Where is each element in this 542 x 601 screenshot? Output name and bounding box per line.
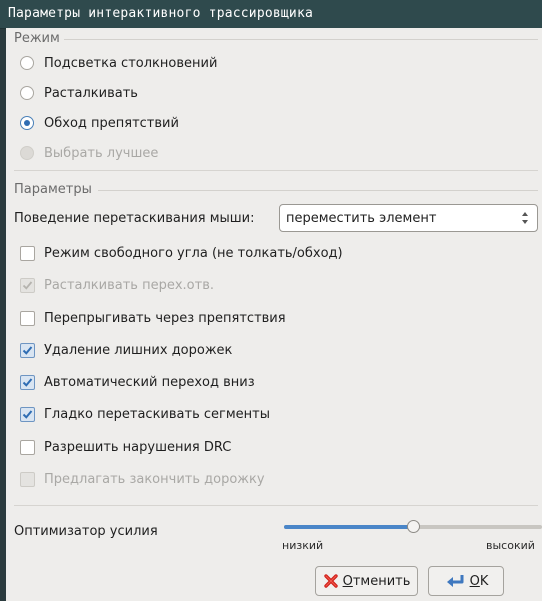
checkbox [20, 277, 35, 293]
radio-button[interactable] [20, 86, 34, 100]
optimizer-effort-label: Оптимизатор усилия [14, 524, 158, 539]
radio-button[interactable] [20, 116, 34, 130]
mode-group-line [64, 39, 538, 40]
checkbox[interactable] [20, 439, 35, 455]
checkbox[interactable] [20, 310, 35, 326]
radio-highlight-collisions[interactable]: Подсветка столкновений [20, 50, 217, 76]
window-title: Параметры интерактивного трассировщика [8, 6, 314, 21]
checkbox-allow-drc-violations[interactable]: Разрешить нарушения DRC [20, 434, 231, 460]
checkmark-icon [22, 377, 33, 387]
checkbox[interactable] [20, 245, 35, 261]
checkbox-remove-redundant-tracks[interactable]: Удаление лишних дорожек [20, 337, 232, 363]
options-group-title: Параметры [14, 182, 92, 197]
checkmark-icon [22, 280, 33, 290]
dialog-window: Параметры интерактивного трассировщика Р… [0, 0, 542, 601]
radio-choose-best: Выбрать лучшее [20, 140, 158, 166]
checkbox[interactable] [20, 342, 35, 358]
checkbox-label: Удаление лишних дорожек [44, 342, 233, 358]
cancel-button-label: Отменить [343, 574, 411, 589]
radio-button [20, 146, 34, 160]
checkbox-label: Предлагать закончить дорожку [44, 471, 265, 487]
checkbox-label: Гладко перетаскивать сегменты [44, 406, 270, 422]
checkbox[interactable] [20, 374, 35, 390]
up-down-arrows-icon [522, 212, 528, 224]
checkbox [20, 471, 35, 487]
dialog-body: Режим Подсветка столкновений Расталкиват… [6, 28, 542, 601]
radio-shove[interactable]: Расталкивать [20, 80, 138, 106]
mode-group-title: Режим [14, 31, 60, 46]
ok-mnemonic: O [469, 573, 480, 589]
checkmark-icon [22, 409, 33, 419]
checkbox-suggest-finish-track: Предлагать закончить дорожку [20, 466, 265, 492]
checkbox-smooth-dragged-segments[interactable]: Гладко перетаскивать сегменты [20, 401, 270, 427]
slider-handle[interactable] [407, 520, 420, 533]
slider-max-label: высокий [486, 539, 535, 552]
separator [14, 170, 538, 171]
drag-behavior-select[interactable]: переместить элемент [279, 204, 538, 232]
ok-button[interactable]: OK [428, 566, 504, 596]
radio-button[interactable] [20, 56, 34, 70]
drag-behavior-label: Поведение перетаскивания мыши: [14, 211, 255, 226]
radio-label: Выбрать лучшее [44, 145, 159, 161]
radio-label: Подсветка столкновений [44, 55, 218, 71]
options-group-line [98, 190, 538, 191]
checkbox-auto-neckdown[interactable]: Автоматический переход вниз [20, 369, 255, 395]
checkbox-label: Расталкивать перех.отв. [44, 277, 214, 293]
drag-behavior-value: переместить элемент [286, 211, 437, 226]
ok-button-label: OK [470, 574, 489, 589]
cancel-label-rest: тменить [352, 573, 411, 589]
slider-min-label: низкий [282, 539, 324, 552]
ok-label-rest: K [479, 573, 489, 589]
optimizer-effort-slider[interactable] [284, 520, 542, 533]
checkbox-label: Перепрыгивать через препятствия [44, 310, 286, 326]
checkbox-jump-over-obstacles[interactable]: Перепрыгивать через препятствия [20, 305, 286, 331]
checkbox-label: Разрешить нарушения DRC [44, 439, 232, 455]
checkbox-label: Автоматический переход вниз [44, 374, 255, 390]
slider-fill [284, 525, 413, 529]
checkmark-icon [22, 345, 33, 355]
title-bar[interactable]: Параметры интерактивного трассировщика [0, 0, 542, 29]
cancel-mnemonic: О [342, 573, 353, 589]
checkbox-free-angle-mode[interactable]: Режим свободного угла (не толкать/обход) [20, 240, 343, 266]
radio-walkaround[interactable]: Обход препятствий [20, 110, 179, 136]
return-arrow-icon [444, 573, 466, 589]
checkbox-shove-vias: Расталкивать перех.отв. [20, 272, 214, 298]
cancel-button[interactable]: Отменить [315, 566, 418, 596]
separator [14, 505, 538, 506]
red-x-icon [323, 573, 339, 589]
checkbox[interactable] [20, 406, 35, 422]
radio-label: Расталкивать [44, 85, 138, 101]
radio-label: Обход препятствий [44, 115, 179, 131]
checkbox-label: Режим свободного угла (не толкать/обход) [44, 245, 343, 261]
